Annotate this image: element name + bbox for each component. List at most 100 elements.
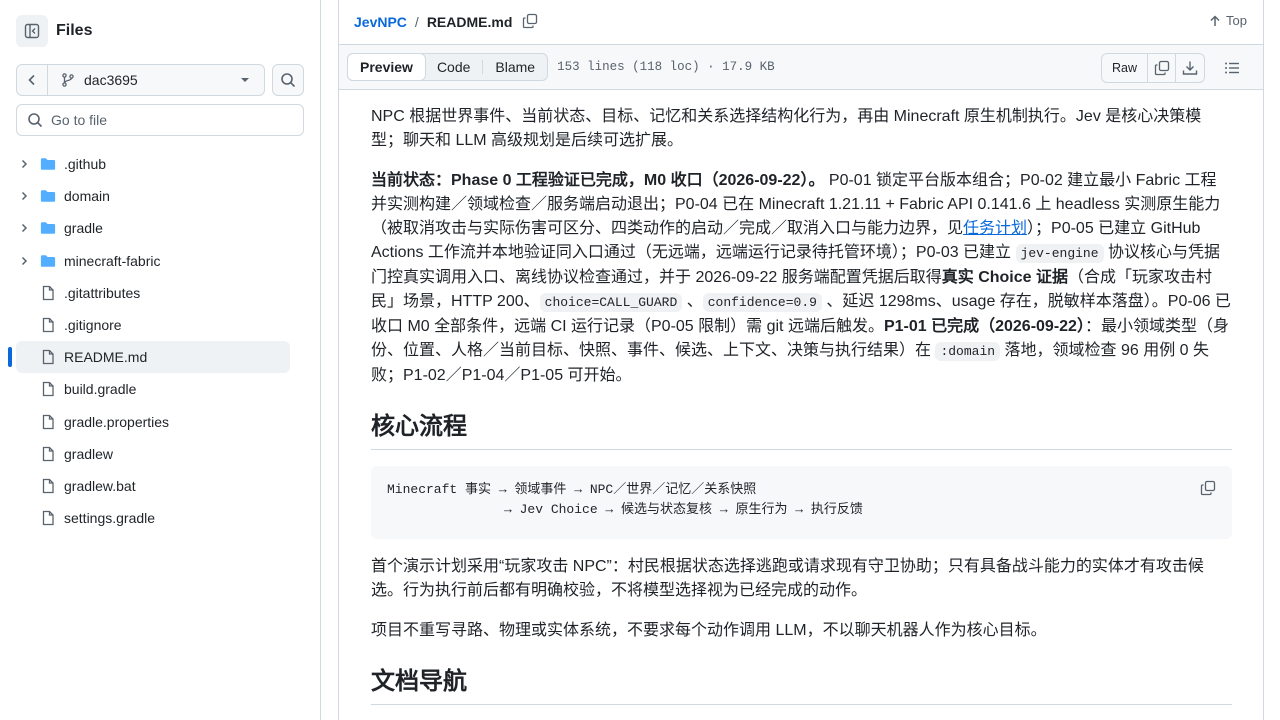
inline-code: choice=CALL_GUARD	[539, 293, 683, 312]
tree-item-label: .github	[64, 156, 107, 172]
tab-preview[interactable]: Preview	[347, 53, 426, 81]
status-text: 、	[682, 293, 703, 310]
tree-item-label: gradle	[64, 220, 103, 237]
sidebar-header: Files	[16, 15, 92, 47]
breadcrumb-separator: /	[414, 14, 419, 30]
copy-path-button[interactable]	[522, 13, 538, 32]
readme-content: NPC 根据世界事件、当前状态、目标、记忆和关系选择结构化行为，再由 Minec…	[371, 90, 1232, 720]
download-icon	[1182, 61, 1198, 75]
file-tree: .github domain gradle minecraft-fabric .…	[8, 148, 290, 534]
chevron-right-icon[interactable]	[18, 158, 30, 170]
file-actions: Raw	[1100, 53, 1247, 83]
copy-code-button[interactable]	[1198, 478, 1218, 498]
copy-icon	[523, 13, 538, 28]
file-icon	[42, 285, 54, 300]
file-icon	[42, 478, 54, 494]
folder-icon	[40, 158, 56, 170]
copy-raw-button[interactable]	[1148, 54, 1176, 82]
code-block: Minecraft 事实 → 领域事件 → NPC／世界／记忆／关系快照 → J…	[371, 466, 1232, 539]
file-icon	[42, 382, 54, 397]
top-button[interactable]: Top	[1208, 13, 1247, 28]
tree-item-label: README.md	[64, 349, 148, 366]
search-icon	[28, 113, 43, 128]
status-bold: P1-01 已完成（2026-09-22）	[883, 318, 1085, 335]
demo-paragraph: 首个演示计划采用“玩家攻击 NPC”：村民根据状态选择逃跑或请求现有守卫协助；只…	[371, 558, 1204, 599]
tree-item-label: gradle.properties	[64, 413, 170, 430]
heading-core-flow: 核心流程	[371, 412, 1232, 450]
file-toolbar: Preview Code Blame 153 lines (118 loc) ·…	[339, 44, 1263, 90]
list-unordered-icon	[1225, 62, 1239, 74]
file-icon	[42, 446, 54, 461]
collapse-sidebar-button[interactable]	[16, 15, 48, 47]
chevron-left-icon	[28, 74, 35, 86]
raw-actions-group: Raw	[1100, 53, 1205, 83]
chevron-right-icon[interactable]	[18, 190, 30, 202]
tree-item-gradle-properties[interactable]: gradle.properties	[16, 406, 290, 438]
tree-item-settings-gradle[interactable]: settings.gradle	[16, 502, 290, 534]
inline-code: :domain	[935, 342, 1001, 361]
folder-icon	[40, 222, 56, 235]
chevron-right-icon[interactable]	[18, 255, 30, 267]
caret-down-icon	[241, 78, 249, 82]
raw-button[interactable]: Raw	[1102, 54, 1148, 82]
outline-button[interactable]	[1217, 53, 1247, 83]
git-branch-icon	[62, 73, 74, 87]
selected-indicator	[8, 347, 12, 368]
file-icon	[42, 510, 54, 526]
breadcrumb-repo-link[interactable]: JevNPC	[354, 14, 407, 30]
sidebar-collapse-icon	[24, 23, 40, 39]
tree-item-gradle[interactable]: gradle	[16, 212, 290, 244]
tree-item-gradlew[interactable]: gradlew	[16, 438, 290, 470]
status-bold: 真实 Choice 证据	[941, 269, 1068, 286]
tab-code[interactable]: Code	[425, 54, 482, 80]
tree-item-label: build.gradle	[64, 381, 137, 398]
tree-item-gitattributes[interactable]: .gitattributes	[16, 277, 290, 309]
breadcrumb: JevNPC / README.md Top	[339, 0, 1263, 44]
branch-name: dac3695	[84, 72, 138, 88]
tree-item-domain[interactable]: domain	[16, 180, 290, 212]
go-to-file-input[interactable]	[51, 112, 291, 128]
tree-item-build-gradle[interactable]: build.gradle	[16, 373, 290, 405]
status-paragraph: 当前状态：Phase 0 工程验证已完成，M0 收口（2026-09-22）。 …	[371, 169, 1232, 388]
sidebar-title: Files	[56, 22, 93, 39]
copy-icon	[1154, 60, 1169, 76]
intro-paragraph: NPC 根据世界事件、当前状态、目标、记忆和关系选择结构化行为，再由 Minec…	[371, 108, 1202, 149]
tree-item-label: .gitattributes	[64, 284, 141, 301]
go-to-file-field[interactable]	[16, 104, 304, 136]
search-icon	[281, 73, 296, 88]
scope-paragraph: 项目不重写寻路、物理或实体系统，不要求每个动作调用 LLM，不以聊天机器人作为核…	[371, 622, 1047, 639]
branch-selector[interactable]: dac3695	[48, 64, 265, 96]
tree-item-readme[interactable]: README.md	[8, 341, 290, 374]
download-button[interactable]	[1176, 54, 1204, 82]
tab-blame[interactable]: Blame	[483, 54, 547, 80]
arrow-up-icon	[1210, 14, 1220, 26]
task-plan-link[interactable]: 任务计划	[963, 220, 1027, 237]
file-view: JevNPC / README.md Top Preview Code Blam…	[338, 0, 1264, 720]
heading-docs-nav: 文档导航	[371, 667, 1232, 705]
tree-item-label: .gitignore	[64, 316, 122, 333]
file-icon	[42, 349, 54, 365]
tree-item-github[interactable]: .github	[16, 148, 290, 180]
inline-code: jev-engine	[1015, 244, 1104, 263]
top-label: Top	[1226, 13, 1247, 28]
folder-icon	[40, 254, 56, 267]
branch-row: dac3695	[16, 64, 265, 96]
tree-item-gitignore[interactable]: .gitignore	[16, 309, 290, 341]
back-button[interactable]	[16, 64, 48, 96]
inline-code: confidence=0.9	[702, 293, 822, 312]
file-icon	[42, 317, 54, 333]
breadcrumb-file-name: README.md	[426, 14, 513, 30]
tree-item-label: domain	[64, 188, 110, 205]
file-meta: 153 lines (118 loc) · 17.9 KB	[557, 60, 775, 74]
folder-icon	[40, 190, 56, 202]
tree-item-gradlew-bat[interactable]: gradlew.bat	[16, 470, 290, 502]
tree-item-minecraft-fabric[interactable]: minecraft-fabric	[16, 245, 290, 277]
tree-item-label: minecraft-fabric	[64, 252, 161, 269]
tree-item-label: settings.gradle	[64, 510, 156, 527]
copy-icon	[1200, 480, 1216, 496]
chevron-right-icon[interactable]	[18, 222, 30, 234]
file-icon	[42, 414, 54, 429]
file-tree-sidebar: Files dac3695 .github domain	[0, 0, 321, 720]
tree-item-label: gradlew.bat	[64, 477, 136, 494]
search-button[interactable]	[272, 64, 304, 96]
